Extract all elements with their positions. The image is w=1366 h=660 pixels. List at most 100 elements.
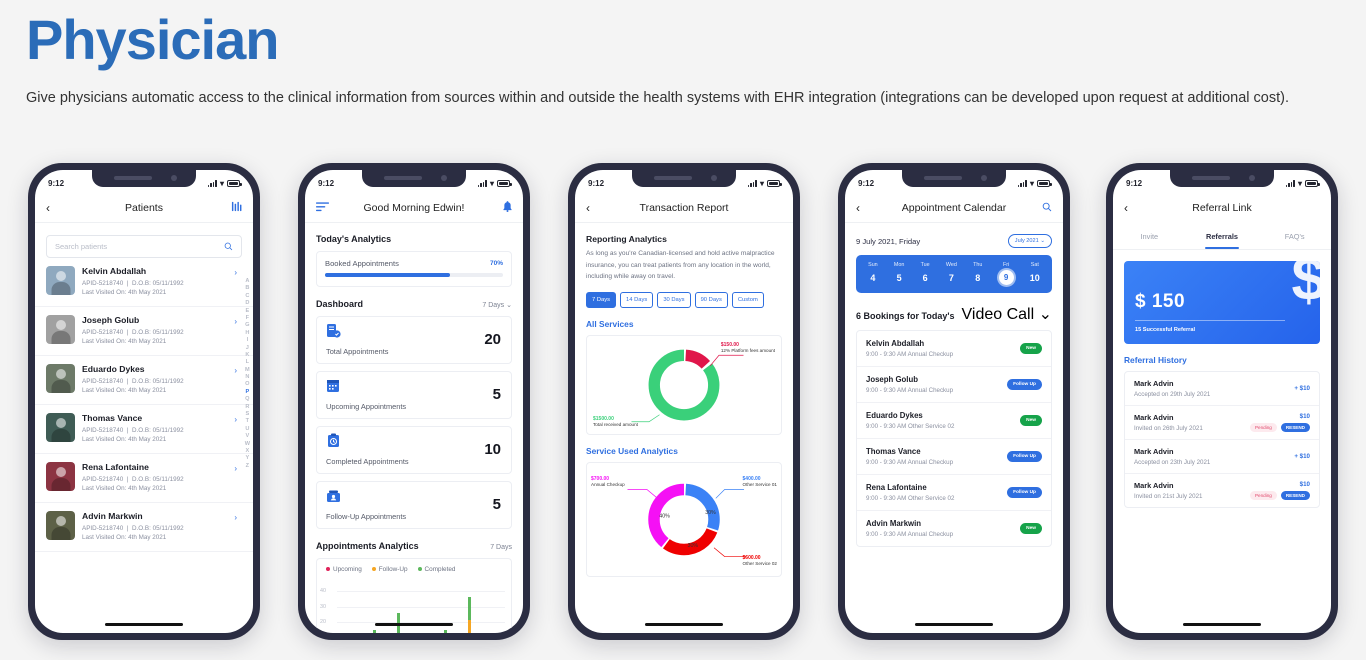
alpha-index-letter[interactable]: U <box>245 426 249 432</box>
calendar-day[interactable]: Tue 6 <box>921 262 930 285</box>
booking-row[interactable]: Kelvin Abdallah 9:00 - 9:30 AM Annual Che… <box>857 331 1051 367</box>
referral-history-row[interactable]: Mark Advin Accepted on 23th July 2021 + $1… <box>1125 440 1319 474</box>
alpha-index-letter[interactable]: N <box>245 374 249 380</box>
tab-invite[interactable]: Invite <box>1113 223 1186 249</box>
chevron-right-icon[interactable]: › <box>234 268 237 277</box>
bookings-list[interactable]: Kelvin Abdallah 9:00 - 9:30 AM Annual Che… <box>856 330 1052 547</box>
alphabet-index[interactable]: ABCDEFGHIJKLMNOPQRSTUVWXYZ <box>245 278 250 469</box>
alpha-index-letter[interactable]: G <box>245 322 249 328</box>
resend-button[interactable]: RESEND <box>1280 423 1310 432</box>
alpha-index-letter[interactable]: Q <box>245 396 249 402</box>
alpha-index-letter[interactable]: B <box>245 285 249 291</box>
hamburger-icon[interactable] <box>316 201 330 215</box>
alpha-index-letter[interactable]: E <box>245 308 249 314</box>
calendar-day[interactable]: Thu 8 <box>973 262 982 285</box>
calendar-day[interactable]: Fri 9 <box>998 262 1014 285</box>
chevron-right-icon[interactable]: › <box>234 317 237 326</box>
chevron-right-icon[interactable]: › <box>234 464 237 473</box>
range-chips[interactable]: 7 Days 14 Days 30 Days 90 Days Custom <box>586 291 782 308</box>
chevron-right-icon[interactable]: › <box>234 513 237 522</box>
referral-history-row[interactable]: Mark Advin Invited on 21st July 2021 $10 Pe… <box>1125 474 1319 507</box>
alpha-index-letter[interactable]: X <box>245 448 249 454</box>
alpha-index-letter[interactable]: D <box>245 300 249 306</box>
calendar-day[interactable]: Sun 4 <box>868 262 878 285</box>
alpha-index-letter[interactable]: K <box>245 352 249 358</box>
patients-list[interactable]: Kelvin Abdallah APID-5218740 | D.O.B: 05/… <box>35 258 253 552</box>
transaction-scroll[interactable]: Reporting Analytics As long as you're Ca… <box>575 223 793 633</box>
alpha-index-letter[interactable]: L <box>246 359 249 365</box>
week-strip[interactable]: Sun 4 Mon 5 Tue 6 Wed 7 Thu 8 Fri 9 Sat 10 <box>856 255 1052 293</box>
phone-mockups: 9:12 ▾ ‹ Patients Search patients Kelvin… <box>0 163 1366 660</box>
alpha-index-letter[interactable]: V <box>245 433 249 439</box>
booking-row[interactable]: Thomas Vance 9:00 - 9:30 AM Annual Checku… <box>857 439 1051 475</box>
back-button[interactable]: ‹ <box>586 201 600 215</box>
alpha-index-letter[interactable]: C <box>245 293 249 299</box>
alpha-index-letter[interactable]: W <box>245 441 250 447</box>
alpha-index-letter[interactable]: A <box>245 278 249 284</box>
alpha-index-letter[interactable]: I <box>247 337 249 343</box>
alpha-index-letter[interactable]: M <box>245 367 250 373</box>
patient-row[interactable]: Rena Lafontaine APID-5218740 | D.O.B: 05/… <box>35 454 253 503</box>
bookings-filter[interactable]: Video Call ⌄ <box>962 304 1053 324</box>
calendar-day[interactable]: Wed 7 <box>946 262 957 285</box>
booking-row[interactable]: Eduardo Dykes 9:00 - 9:30 AM Other Servic… <box>857 403 1051 439</box>
booking-name: Eduardo Dykes <box>866 411 923 420</box>
referral-tabs[interactable]: Invite Referrals FAQ's <box>1113 223 1331 250</box>
range-chip[interactable]: Custom <box>731 291 764 308</box>
filter-icon[interactable] <box>228 199 242 217</box>
alpha-index-letter[interactable]: Z <box>246 463 249 469</box>
back-button[interactable]: ‹ <box>1124 201 1138 215</box>
month-selector[interactable]: July 2021 ⌄ <box>1007 234 1052 248</box>
patient-row[interactable]: Eduardo Dykes APID-5218740 | D.O.B: 05/11… <box>35 356 253 405</box>
chevron-down-icon: ⌄ <box>506 301 512 309</box>
patient-row[interactable]: Advin Markwin APID-5218740 | D.O.B: 05/11… <box>35 503 253 552</box>
tab-referrals[interactable]: Referrals <box>1186 223 1259 249</box>
alpha-index-letter[interactable]: O <box>245 381 249 387</box>
patient-row[interactable]: Thomas Vance APID-5218740 | D.O.B: 05/11/… <box>35 405 253 454</box>
alpha-index-letter[interactable]: S <box>245 411 249 417</box>
alpha-index-letter[interactable]: Y <box>245 455 249 461</box>
alpha-index-letter[interactable]: R <box>245 404 249 410</box>
search-input[interactable]: Search patients <box>46 235 242 258</box>
search-icon[interactable] <box>1038 199 1052 217</box>
stat-card[interactable]: Upcoming Appointments 5 <box>316 370 512 419</box>
calendar-day[interactable]: Sat 10 <box>1030 262 1040 285</box>
alpha-index-letter[interactable]: H <box>245 330 249 336</box>
stat-card[interactable]: Completed Appointments 10 <box>316 425 512 474</box>
stat-card[interactable]: Follow-Up Appointments 5 <box>316 480 512 529</box>
patients-scroll[interactable]: Search patients Kelvin Abdallah APID-5218… <box>35 223 253 633</box>
calendar-day[interactable]: Mon 5 <box>894 262 905 285</box>
stat-card[interactable]: Total Appointments 20 <box>316 315 512 364</box>
legend-label: Completed <box>424 565 456 573</box>
back-button[interactable]: ‹ <box>856 201 870 215</box>
back-button[interactable]: ‹ <box>46 201 60 215</box>
range-chip[interactable]: 14 Days <box>620 291 654 308</box>
booking-row[interactable]: Joseph Golub 9:00 - 9:30 AM Annual Checku… <box>857 367 1051 403</box>
chevron-right-icon[interactable]: › <box>234 415 237 424</box>
resend-button[interactable]: RESEND <box>1280 491 1310 500</box>
range-chip[interactable]: 30 Days <box>657 291 691 308</box>
bell-icon[interactable] <box>498 199 512 217</box>
patient-row[interactable]: Joseph Golub APID-5218740 | D.O.B: 05/11/… <box>35 307 253 356</box>
booking-row[interactable]: Rena Lafontaine 9:00 - 9:30 AM Other Serv… <box>857 475 1051 511</box>
range-chip[interactable]: 90 Days <box>694 291 728 308</box>
referral-history-row[interactable]: Mark Advin Invited on 26th July 2021 $10 Pe… <box>1125 406 1319 440</box>
calendar-scroll[interactable]: 9 July 2021, Friday July 2021 ⌄ Sun 4 Mon 5… <box>845 223 1063 633</box>
referral-scroll[interactable]: $ $ 150 15 Successful Referral Referral … <box>1113 250 1331 633</box>
referral-history-list[interactable]: Mark Advin Accepted on 29th July 2021 + $1… <box>1124 371 1320 508</box>
calendar-date: 8 <box>975 273 981 283</box>
alpha-index-letter[interactable]: T <box>246 418 249 424</box>
dashboard-scroll[interactable]: Today's Analytics Booked Appointments 70… <box>305 223 523 633</box>
tab-faqs[interactable]: FAQ's <box>1258 223 1331 249</box>
dashboard-range-selector[interactable]: 7 Days ⌄ <box>482 301 512 309</box>
alpha-index-letter[interactable]: P <box>245 389 249 395</box>
legend-item: Upcoming <box>326 566 362 573</box>
patient-meta: APID-5218740 | D.O.B: 05/11/1992 <box>82 524 184 532</box>
patient-row[interactable]: Kelvin Abdallah APID-5218740 | D.O.B: 05/… <box>35 258 253 307</box>
referral-history-row[interactable]: Mark Advin Accepted on 29th July 2021 + $1… <box>1125 372 1319 406</box>
alpha-index-letter[interactable]: F <box>246 315 249 321</box>
range-chip[interactable]: 7 Days <box>586 291 617 308</box>
chevron-right-icon[interactable]: › <box>234 366 237 375</box>
booking-row[interactable]: Advin Markwin 9:00 - 9:30 AM Annual Check… <box>857 511 1051 546</box>
alpha-index-letter[interactable]: J <box>246 345 249 351</box>
